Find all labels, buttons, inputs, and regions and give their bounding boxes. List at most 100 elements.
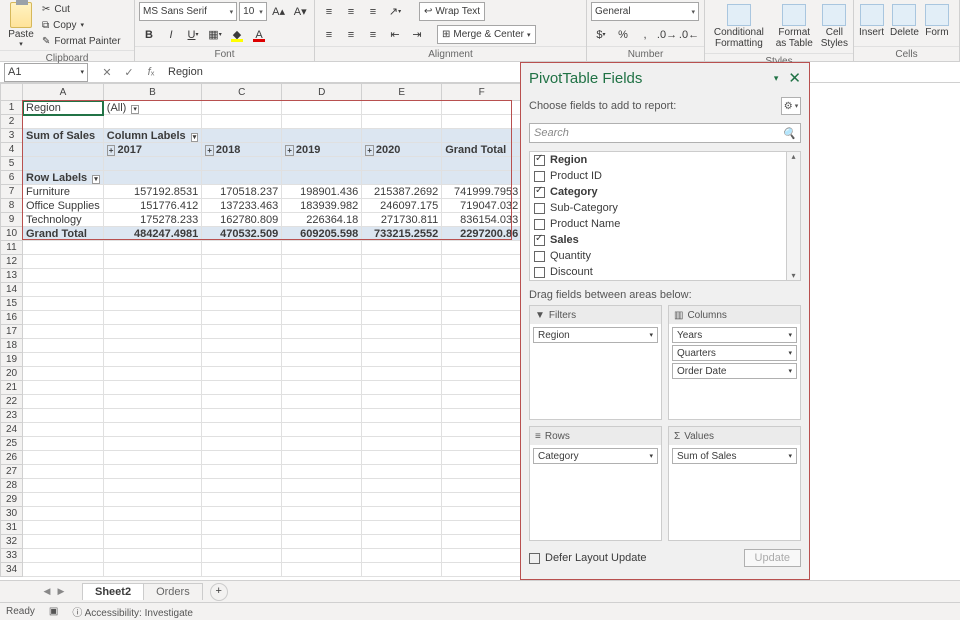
cell-A2[interactable]: [23, 115, 104, 129]
cell-C21[interactable]: [202, 381, 282, 395]
align-right-button[interactable]: ≡: [363, 25, 383, 44]
row-header-2[interactable]: 2: [1, 115, 23, 129]
cell-F32[interactable]: [442, 535, 522, 549]
cell-A15[interactable]: [23, 297, 104, 311]
cell-D4[interactable]: +2019: [282, 143, 362, 157]
field-quantity[interactable]: Quantity: [530, 248, 800, 264]
field-checkbox[interactable]: [534, 235, 545, 246]
name-box[interactable]: A1▾: [4, 63, 88, 82]
cell-B8[interactable]: 151776.412: [103, 199, 201, 213]
col-header-C[interactable]: C: [202, 84, 282, 101]
align-center-button[interactable]: ≡: [341, 25, 361, 44]
cell-E7[interactable]: 215387.2692: [362, 185, 442, 199]
decrease-indent-button[interactable]: ⇤: [385, 25, 405, 44]
comma-format-button[interactable]: ,: [635, 25, 655, 44]
cell-C12[interactable]: [202, 255, 282, 269]
cell-C30[interactable]: [202, 507, 282, 521]
cell-F19[interactable]: [442, 353, 522, 367]
cell-C23[interactable]: [202, 409, 282, 423]
cell-E29[interactable]: [362, 493, 442, 507]
cell-E22[interactable]: [362, 395, 442, 409]
increase-indent-button[interactable]: ⇥: [407, 25, 427, 44]
cell-A13[interactable]: [23, 269, 104, 283]
increase-font-button[interactable]: A▴: [269, 2, 289, 21]
cell-E19[interactable]: [362, 353, 442, 367]
cell-F25[interactable]: [442, 437, 522, 451]
align-left-button[interactable]: ≡: [319, 25, 339, 44]
cell-F23[interactable]: [442, 409, 522, 423]
cell-B16[interactable]: [103, 311, 201, 325]
cell-D29[interactable]: [282, 493, 362, 507]
row-header-23[interactable]: 23: [1, 409, 23, 423]
close-icon[interactable]: ✕: [788, 69, 801, 87]
defer-checkbox[interactable]: [529, 553, 540, 564]
cell-F14[interactable]: [442, 283, 522, 297]
cell-B12[interactable]: [103, 255, 201, 269]
cell-F9[interactable]: 836154.033: [442, 213, 522, 227]
gear-icon[interactable]: ⚙▾: [781, 97, 801, 115]
cell-D33[interactable]: [282, 549, 362, 563]
row-header-5[interactable]: 5: [1, 157, 23, 171]
cell-B33[interactable]: [103, 549, 201, 563]
cell-C33[interactable]: [202, 549, 282, 563]
enter-formula-button[interactable]: ✓: [118, 66, 140, 79]
cell-F5[interactable]: [442, 157, 522, 171]
row-header-34[interactable]: 34: [1, 563, 23, 577]
cell-D19[interactable]: [282, 353, 362, 367]
cell-A1[interactable]: Region: [23, 101, 104, 115]
cell-E14[interactable]: [362, 283, 442, 297]
row-header-16[interactable]: 16: [1, 311, 23, 325]
cell-B26[interactable]: [103, 451, 201, 465]
cell-D5[interactable]: [282, 157, 362, 171]
update-button[interactable]: Update: [744, 549, 801, 567]
row-header-1[interactable]: 1: [1, 101, 23, 115]
cell-B13[interactable]: [103, 269, 201, 283]
cell-A4[interactable]: [23, 143, 104, 157]
cell-E34[interactable]: [362, 563, 442, 577]
cell-E6[interactable]: [362, 171, 442, 185]
insert-cells-button[interactable]: Insert: [856, 2, 887, 44]
cell-B25[interactable]: [103, 437, 201, 451]
cell-E2[interactable]: [362, 115, 442, 129]
rows-area[interactable]: ≡Rows Category▾: [529, 426, 662, 541]
row-header-19[interactable]: 19: [1, 353, 23, 367]
cell-D32[interactable]: [282, 535, 362, 549]
font-color-button[interactable]: A: [249, 25, 269, 44]
cell-D23[interactable]: [282, 409, 362, 423]
row-header-22[interactable]: 22: [1, 395, 23, 409]
cell-F27[interactable]: [442, 465, 522, 479]
cell-A19[interactable]: [23, 353, 104, 367]
cell-B7[interactable]: 157192.8531: [103, 185, 201, 199]
row-header-24[interactable]: 24: [1, 423, 23, 437]
cell-C6[interactable]: [202, 171, 282, 185]
field-checkbox[interactable]: [534, 187, 545, 198]
cell-B22[interactable]: [103, 395, 201, 409]
row-header-33[interactable]: 33: [1, 549, 23, 563]
field-checkbox[interactable]: [534, 203, 545, 214]
cell-E28[interactable]: [362, 479, 442, 493]
row-header-4[interactable]: 4: [1, 143, 23, 157]
row-header-8[interactable]: 8: [1, 199, 23, 213]
cell-A31[interactable]: [23, 521, 104, 535]
cell-A8[interactable]: Office Supplies: [23, 199, 104, 213]
row-header-20[interactable]: 20: [1, 367, 23, 381]
cell-styles-button[interactable]: Cell Styles: [818, 2, 851, 51]
cell-E1[interactable]: [362, 101, 442, 115]
row-header-14[interactable]: 14: [1, 283, 23, 297]
columns-area[interactable]: ▥Columns Years▾Quarters▾Order Date▾: [668, 305, 801, 420]
cell-B34[interactable]: [103, 563, 201, 577]
field-search-input[interactable]: Search 🔍: [529, 123, 801, 143]
cell-C34[interactable]: [202, 563, 282, 577]
cell-B23[interactable]: [103, 409, 201, 423]
row-header-9[interactable]: 9: [1, 213, 23, 227]
cell-E21[interactable]: [362, 381, 442, 395]
cell-E13[interactable]: [362, 269, 442, 283]
field-discount[interactable]: Discount: [530, 264, 800, 280]
cell-C15[interactable]: [202, 297, 282, 311]
row-header-27[interactable]: 27: [1, 465, 23, 479]
percent-format-button[interactable]: %: [613, 25, 633, 44]
area-item-order-date[interactable]: Order Date▾: [672, 363, 797, 379]
cell-C14[interactable]: [202, 283, 282, 297]
row-header-28[interactable]: 28: [1, 479, 23, 493]
cell-E3[interactable]: [362, 129, 442, 143]
